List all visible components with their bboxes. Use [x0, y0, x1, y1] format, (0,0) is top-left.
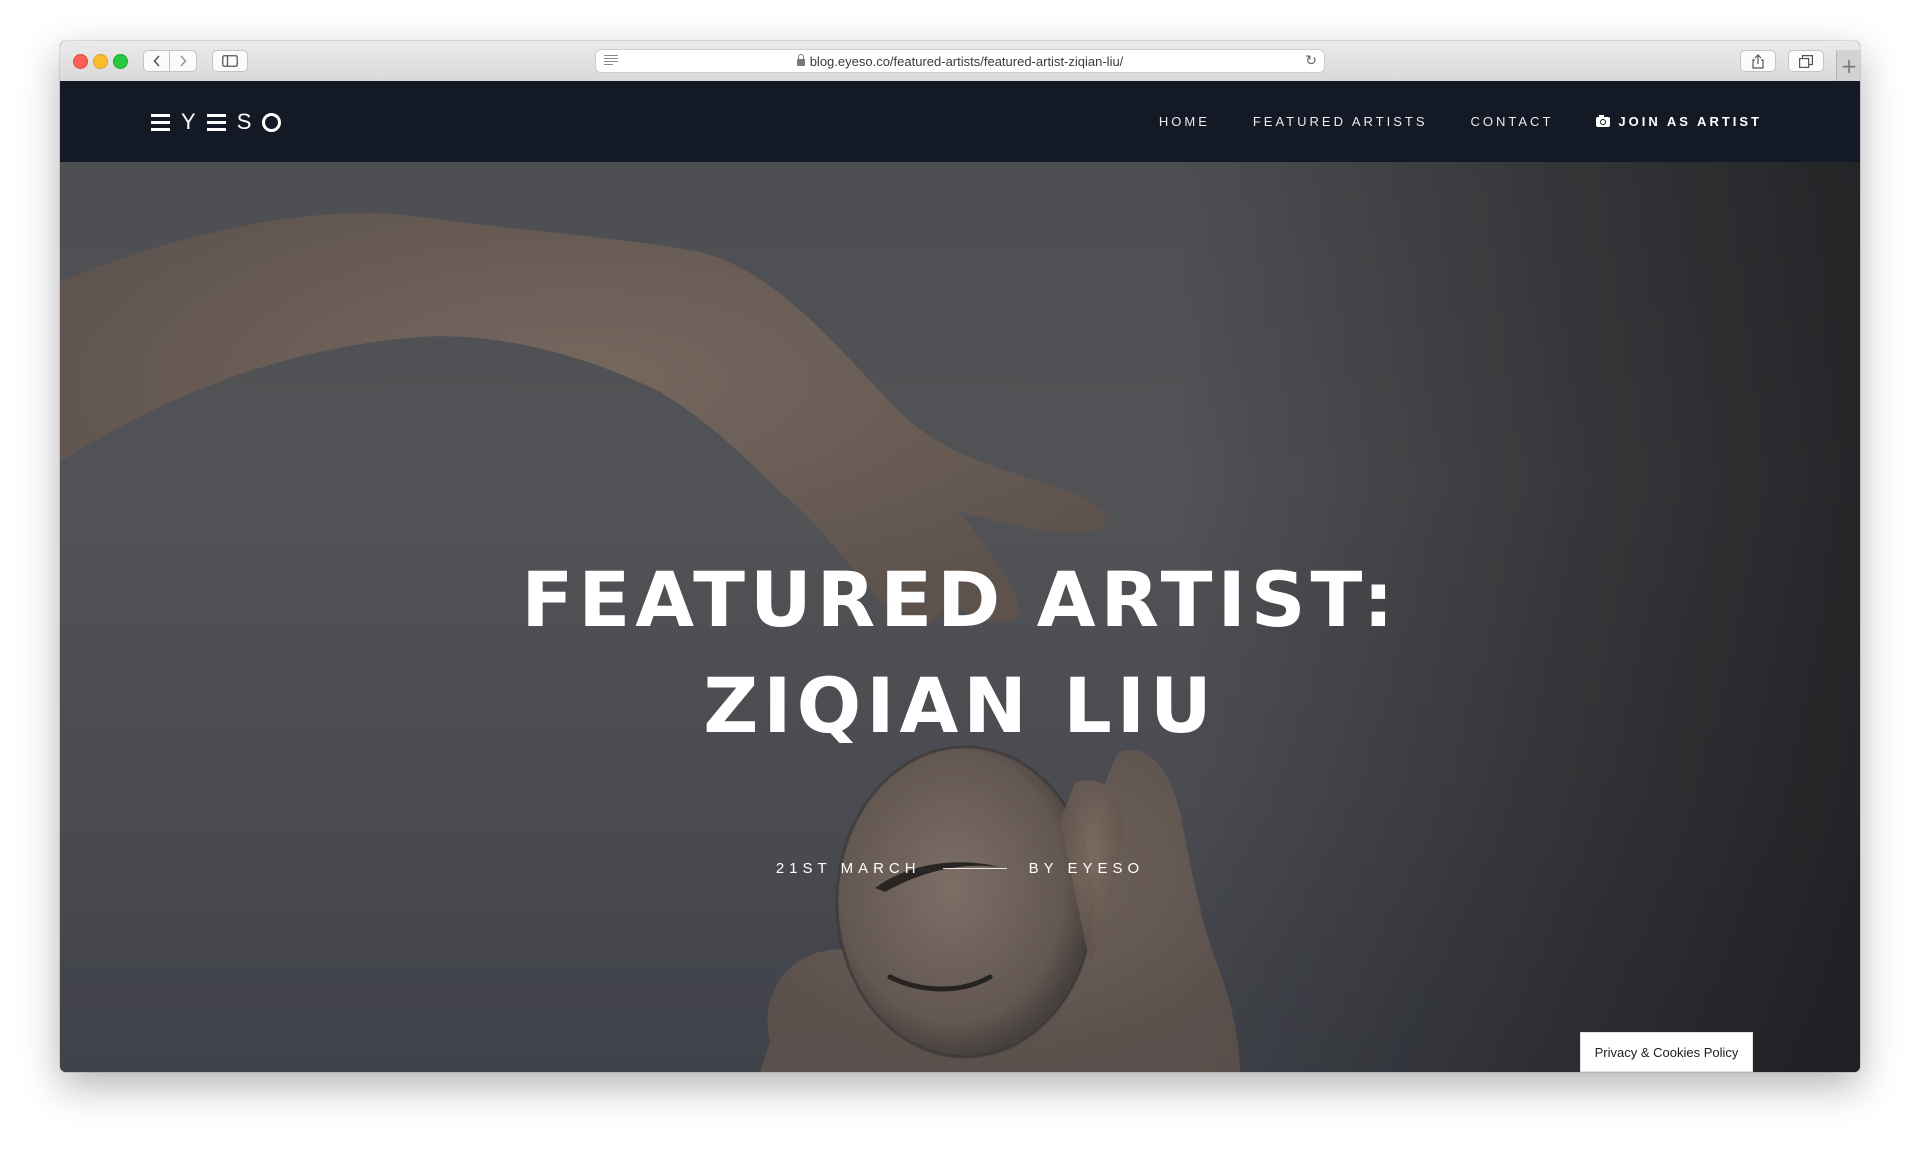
logo-letter-s: S: [236, 109, 252, 134]
new-tab-button[interactable]: +: [1836, 50, 1860, 81]
meta-divider: [942, 868, 1007, 869]
url-display: blog.eyeso.co/featured-artists/featured-…: [596, 50, 1324, 72]
post-title-line-1: FEATURED ARTIST:: [521, 555, 1399, 644]
chevron-right-icon: [180, 55, 187, 67]
eyeso-logo[interactable]: Y S: [151, 109, 282, 134]
logo-bars-2: [206, 113, 226, 131]
sidebar-button[interactable]: [212, 50, 248, 72]
post-title: FEATURED ARTIST: ZIQIAN LIU: [60, 547, 1860, 759]
minimize-window-button[interactable]: [93, 54, 108, 69]
post-date: 21ST MARCH: [775, 860, 921, 877]
zoom-window-button[interactable]: [113, 54, 128, 69]
browser-toolbar: blog.eyeso.co/featured-artists/featured-…: [60, 41, 1860, 82]
nav-home[interactable]: HOME: [1159, 114, 1210, 129]
logo-letter-o: [262, 112, 282, 132]
share-icon: [1752, 53, 1764, 69]
back-button[interactable]: [143, 50, 170, 72]
close-window-button[interactable]: [73, 54, 88, 69]
camera-icon: [1596, 114, 1611, 127]
post-title-line-2: ZIQIAN LIU: [703, 661, 1217, 750]
plus-icon: +: [1840, 53, 1858, 78]
address-bar[interactable]: blog.eyeso.co/featured-artists/featured-…: [595, 49, 1325, 73]
sidebar-icon: [222, 55, 238, 67]
url-text: blog.eyeso.co/featured-artists/featured-…: [809, 53, 1124, 69]
logo-letter-y: Y: [181, 109, 196, 134]
reload-icon[interactable]: ↻: [1305, 53, 1317, 69]
main-nav: HOME FEATURED ARTISTS CONTACT JOIN AS AR…: [1159, 81, 1762, 162]
lock-icon: [796, 54, 805, 66]
privacy-cookies-button[interactable]: Privacy & Cookies Policy: [1580, 1032, 1753, 1072]
share-button[interactable]: [1740, 50, 1776, 72]
forward-button[interactable]: [170, 50, 197, 72]
browser-window: blog.eyeso.co/featured-artists/featured-…: [60, 41, 1860, 1072]
nav-contact[interactable]: CONTACT: [1471, 114, 1554, 129]
hero-section: FEATURED ARTIST: ZIQIAN LIU 21ST MARCH B…: [60, 162, 1860, 1072]
nav-featured-artists[interactable]: FEATURED ARTISTS: [1253, 114, 1428, 129]
show-tabs-button[interactable]: [1788, 50, 1824, 72]
nav-join-as-artist[interactable]: JOIN AS ARTIST: [1596, 114, 1762, 129]
chevron-left-icon: [152, 55, 160, 67]
post-author[interactable]: BY EYESO: [1029, 860, 1145, 877]
logo-bars-1: [151, 113, 170, 131]
site-header: Y S HOME FEATURED ARTISTS CONTACT JOIN A…: [60, 81, 1860, 162]
nav-join-label: JOIN AS ARTIST: [1618, 114, 1762, 129]
tabs-icon: [1799, 54, 1813, 68]
post-meta: 21ST MARCH BY EYESO: [60, 860, 1860, 877]
